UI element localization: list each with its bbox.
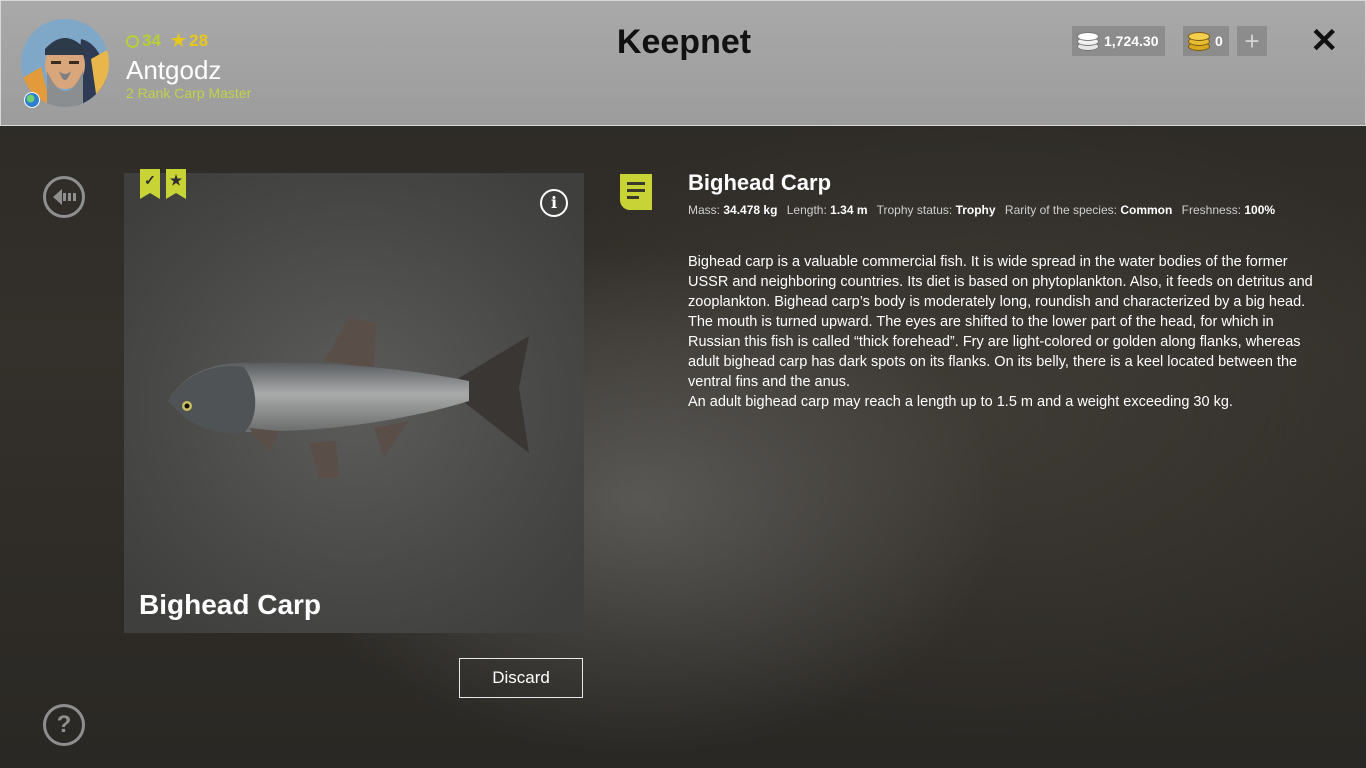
stat-label: Length: (786, 203, 827, 217)
freshness-value: 100% (1244, 203, 1276, 217)
close-icon[interactable]: ✕ (1310, 23, 1339, 59)
stat-label: Trophy status: (876, 203, 953, 217)
globe-icon (24, 92, 40, 108)
mass-value: 34.478 kg (723, 203, 778, 217)
discard-button[interactable]: Discard (459, 658, 583, 698)
player-rank: 2 Rank Carp Master (126, 85, 252, 101)
top-bar: 34 ★ 28 Antgodz 2 Rank Carp Master Keepn… (0, 0, 1366, 126)
silver-balance: 1,724.30 (1072, 26, 1165, 56)
gold-amount: 0 (1215, 33, 1223, 49)
stat-label: Mass: (688, 203, 721, 217)
silver-amount: 1,724.30 (1104, 33, 1159, 49)
gold-coins-icon (1187, 31, 1210, 51)
fish-card: ✓ ★ i Bighead Carp (124, 169, 584, 633)
fish-card-name: Bighead Carp (139, 589, 322, 620)
fish-description: Bighead carp is a valuable commercial fi… (688, 252, 1328, 412)
stat-label: Rarity of the species: (1004, 203, 1117, 217)
rarity-value: Common (1120, 203, 1173, 217)
silver-coins-icon (1076, 31, 1099, 51)
gold-balance: 0 (1183, 26, 1229, 56)
length-value: 1.34 m (830, 203, 868, 217)
stat-label: Freshness: (1181, 203, 1242, 217)
description-paragraph: An adult bighead carp may reach a length… (688, 394, 1233, 410)
help-icon[interactable]: ? (43, 704, 85, 746)
back-arrow-icon[interactable] (43, 176, 85, 218)
description-icon (620, 174, 652, 210)
description-paragraph: Bighead carp is a valuable commercial fi… (688, 254, 1313, 390)
trophy-status-value: Trophy (955, 203, 996, 217)
back-arrow-glyph (53, 189, 76, 205)
fish-stats: Mass: 34.478 kg Length: 1.34 m Trophy st… (688, 203, 1281, 217)
plus-icon[interactable]: + (1237, 26, 1267, 56)
fish-title: Bighead Carp (688, 170, 832, 195)
fish-image (169, 318, 529, 478)
